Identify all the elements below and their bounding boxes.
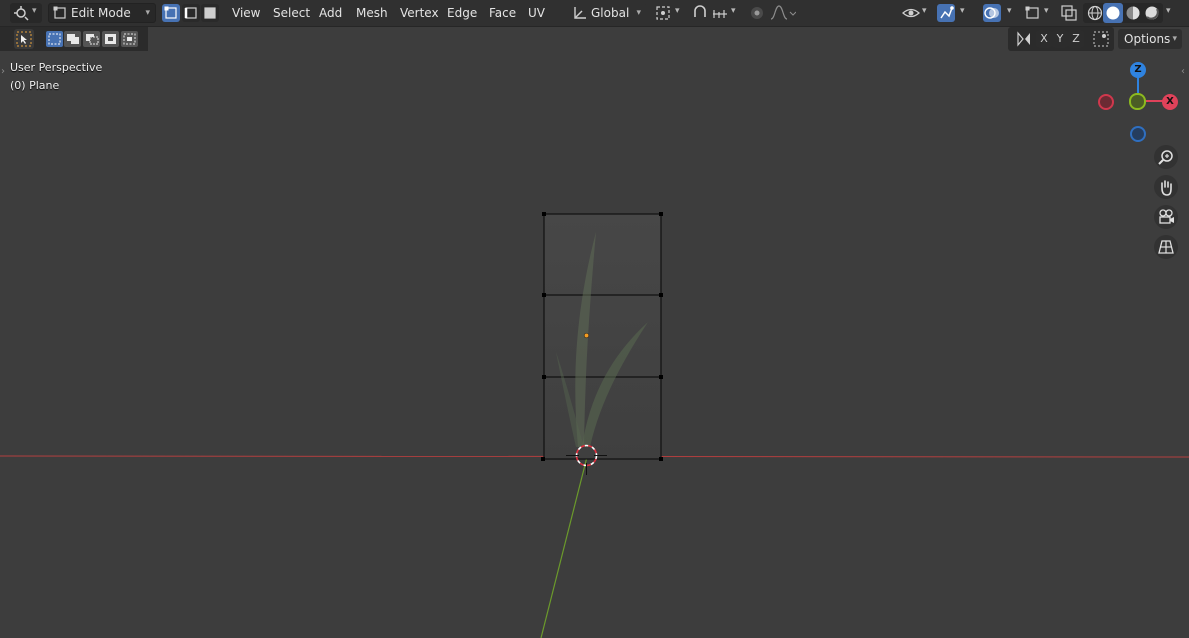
viewport-header: ▾ Edit Mode ▾ View Select Add Mesh Verte… (0, 0, 1189, 27)
toolbar-expand-icon[interactable]: › (1, 66, 5, 77)
mirror-y-button[interactable]: Y (1052, 30, 1068, 48)
material-shading-icon[interactable] (1124, 4, 1142, 22)
gizmo-z-axis[interactable]: Z (1130, 62, 1146, 78)
subtract-icon (86, 34, 99, 45)
chevron-down-icon[interactable]: ▾ (1007, 6, 1012, 16)
wireframe-shading-icon[interactable] (1086, 4, 1104, 22)
chevron-down-icon[interactable]: ▾ (960, 6, 965, 16)
mesh-overlay-icon (1025, 6, 1039, 19)
gizmo-x-label: X (1166, 96, 1174, 107)
y-axis-line (540, 456, 588, 638)
chevron-down-icon: ▾ (1044, 6, 1049, 16)
options-label: Options (1124, 32, 1171, 46)
mirror-x-button[interactable]: X (1036, 30, 1052, 48)
menu-vertex[interactable]: Vertex (400, 0, 439, 26)
menu-select[interactable]: Select (273, 0, 310, 26)
view-name: User Perspective (10, 61, 103, 74)
select-tool-button[interactable] (14, 29, 34, 49)
selection-mode-intersect[interactable] (121, 31, 138, 47)
gizmo-neg-z-axis[interactable] (1130, 126, 1146, 142)
proportional-editing-icon[interactable] (748, 4, 766, 22)
vertex-select-icon (164, 6, 177, 19)
falloff-curve-icon[interactable] (770, 4, 796, 22)
chevron-down-icon: ▾ (32, 6, 37, 16)
gizmo-z-label: Z (1134, 64, 1142, 75)
xray-icon[interactable] (1060, 4, 1078, 22)
invert-icon (105, 34, 116, 44)
editor-type-icon (14, 6, 29, 21)
overlay-toggle-button[interactable] (983, 4, 1001, 22)
viewport-canvas[interactable] (0, 52, 1189, 638)
gizmo-toggle-button[interactable] (937, 4, 955, 22)
gizmo-y-axis[interactable] (1129, 93, 1146, 110)
orientation-icon (574, 7, 586, 19)
menu-uv[interactable]: UV (528, 0, 545, 26)
grid-perspective-icon (1158, 240, 1174, 254)
pivot-point-button[interactable]: ▾ (655, 4, 685, 22)
object-origin (583, 332, 590, 339)
selection-mode-invert[interactable] (102, 31, 119, 47)
mirror-icon[interactable] (1015, 30, 1033, 48)
solid-shading-button[interactable] (1103, 3, 1123, 23)
menu-mesh[interactable]: Mesh (356, 0, 388, 26)
selection-mode-subtract[interactable] (83, 31, 100, 47)
zoom-icon (1158, 150, 1173, 165)
overlay-icon (984, 7, 999, 19)
select-box-icon (16, 31, 32, 47)
camera-icon (1159, 209, 1174, 224)
topology-mirror-icon[interactable] (1092, 30, 1110, 48)
visibility-icon (902, 8, 920, 18)
chevron-down-icon: ▾ (1172, 34, 1177, 44)
vertex-select-button[interactable] (162, 4, 180, 22)
edit-mode-icon (53, 6, 66, 19)
mirror-z-button[interactable]: Z (1068, 30, 1084, 48)
face-select-button[interactable] (201, 4, 219, 22)
options-dropdown[interactable]: Options ▾ (1118, 29, 1182, 49)
chevron-down-icon: ▾ (922, 6, 927, 16)
chevron-down-icon: ▾ (731, 6, 736, 16)
pan-button[interactable] (1154, 175, 1178, 199)
intersect-icon (123, 33, 136, 45)
camera-view-button[interactable] (1154, 205, 1178, 229)
snap-increment-icon (713, 10, 727, 18)
chevron-down-icon: ▾ (675, 6, 680, 16)
zoom-button[interactable] (1154, 145, 1178, 169)
snap-target-button[interactable]: ▾ (711, 4, 741, 22)
set-new-icon (48, 33, 61, 45)
face-select-icon (204, 7, 216, 19)
snap-icon[interactable] (691, 4, 709, 22)
chevron-down-icon: ▾ (636, 8, 641, 18)
edge-select-icon (184, 7, 197, 19)
menu-view[interactable]: View (232, 0, 260, 26)
object-name: (0) Plane (10, 79, 60, 92)
extend-icon (67, 34, 79, 44)
transform-orientation-dropdown[interactable]: Global ▾ (568, 3, 647, 23)
hand-pan-icon (1161, 180, 1172, 196)
rendered-shading-icon[interactable] (1143, 4, 1161, 22)
editor-type-button[interactable]: ▾ (10, 3, 42, 23)
chevron-down-icon: ▾ (145, 8, 150, 18)
gizmo-x-axis[interactable]: X (1162, 94, 1178, 110)
pivot-point-icon (656, 6, 670, 20)
mesh-overlay-button[interactable]: ▾ (1024, 4, 1054, 22)
menu-add[interactable]: Add (319, 0, 342, 26)
menu-face[interactable]: Face (489, 0, 516, 26)
transform-orientation-label: Global (591, 6, 630, 20)
gizmo-icon (940, 6, 954, 19)
mode-selector[interactable]: Edit Mode ▾ (48, 3, 156, 23)
solid-shading-icon (1106, 6, 1120, 20)
chevron-down-icon[interactable]: ▾ (1166, 6, 1171, 16)
gizmo-neg-x-axis[interactable] (1098, 94, 1114, 110)
edge-select-button[interactable] (182, 4, 200, 22)
selection-mode-extend[interactable] (64, 31, 81, 47)
visibility-button[interactable]: ▾ (902, 4, 932, 22)
perspective-toggle-button[interactable] (1154, 235, 1178, 259)
plane-mesh[interactable] (541, 212, 663, 461)
selection-mode-set[interactable] (46, 31, 63, 47)
mode-selector-label: Edit Mode (71, 6, 131, 20)
menu-edge[interactable]: Edge (447, 0, 477, 26)
